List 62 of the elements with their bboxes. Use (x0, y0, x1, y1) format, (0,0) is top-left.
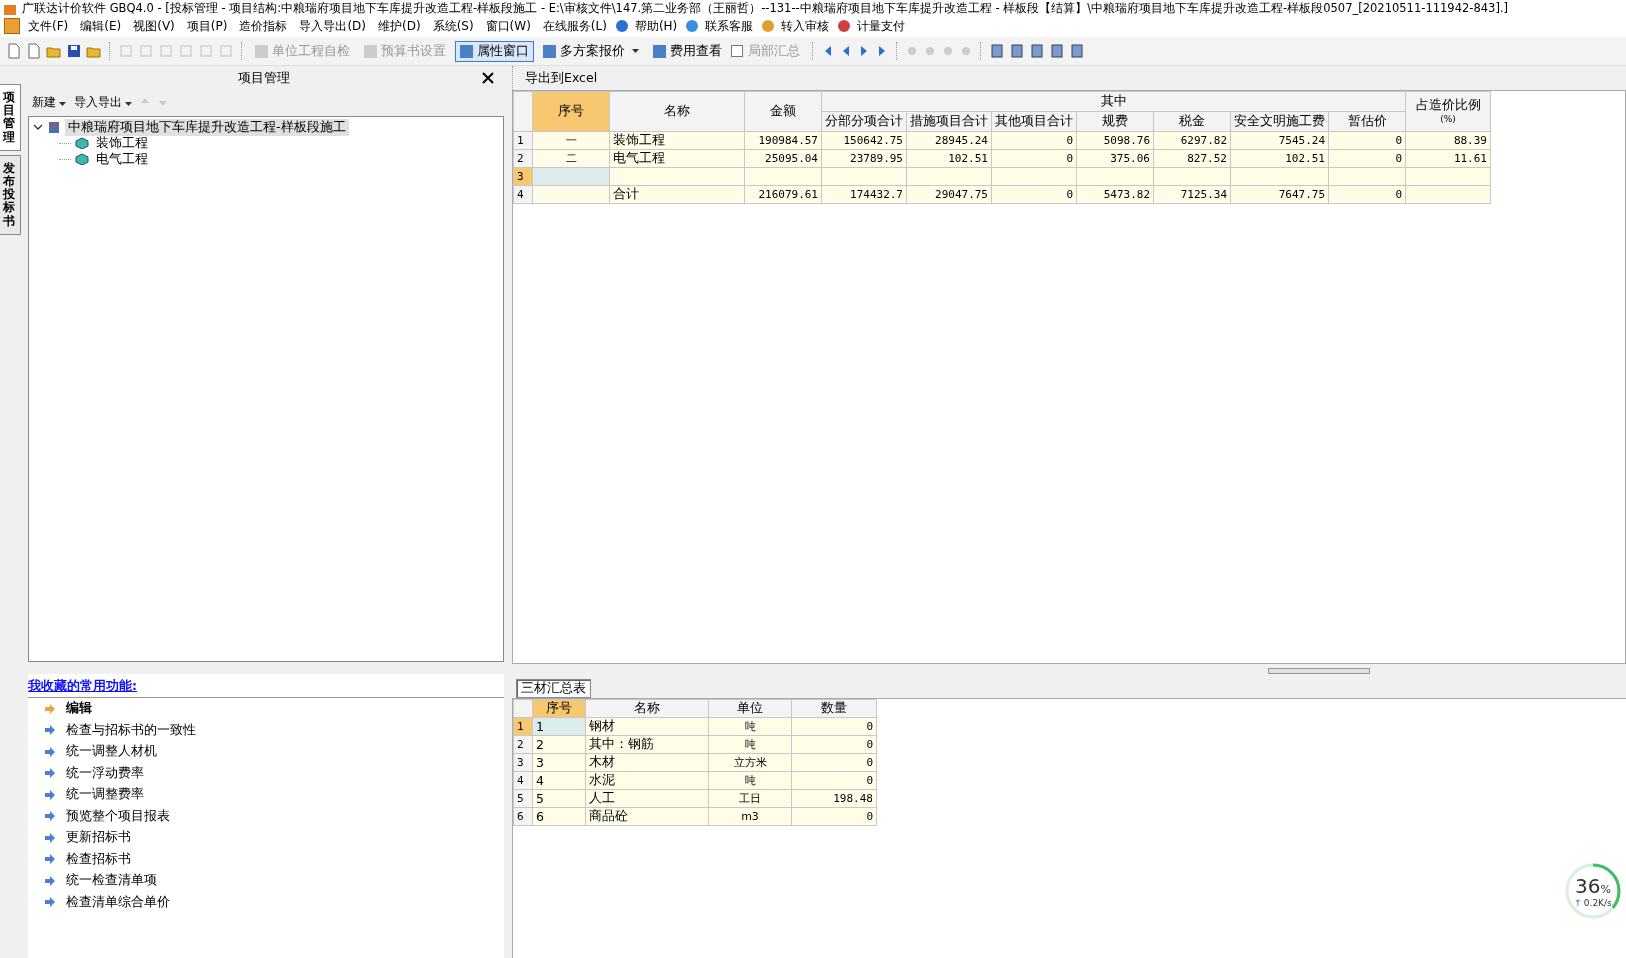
menu-item[interactable]: 系统(S) (428, 17, 478, 35)
function-link[interactable]: 检查招标书 (66, 850, 131, 868)
menu-button[interactable]: 新建 (32, 93, 66, 111)
export-button[interactable]: 导出到Excel (521, 69, 602, 87)
column-header[interactable]: 金额 (744, 91, 822, 132)
menu-item[interactable]: 窗口(W) (481, 17, 535, 35)
menu-item[interactable]: 造价指标 (235, 17, 292, 35)
menu-item[interactable]: 转入审核 (777, 17, 834, 35)
caret-icon (59, 101, 66, 106)
upload-arrow: ↑ (1574, 898, 1582, 908)
column-header[interactable]: 名称 (585, 699, 709, 718)
caret-icon (125, 101, 132, 106)
column-header[interactable]: 名称 (609, 91, 745, 132)
toolbar-button[interactable]: 多方案报价 (538, 40, 644, 62)
app-icon[interactable] (4, 18, 20, 34)
side-tab[interactable]: 发布投标书 (0, 154, 21, 235)
window-title: 广联达计价软件 GBQ4.0 - [投标管理 - 项目结构:中粮瑞府项目地下车库提升改造工程-样板段施工 - E:\审核文件\147.第二业务部（王丽哲）--131--中粮瑞府项目地下车库提升改造工程 - 样板段【结算】\中粮瑞府项目地下车库提升改造工程-样板段0507_[20210511-111942-843].] (22, 1, 1509, 15)
column-header[interactable]: 序号 (532, 91, 610, 132)
chevron-icon[interactable] (33, 122, 43, 132)
function-link[interactable]: 编辑 (66, 700, 92, 718)
tree-item[interactable]: 装饰工程 (93, 134, 151, 152)
menu-item[interactable]: 在线服务(L) (538, 17, 611, 35)
percent-text: 36 (1575, 874, 1601, 898)
menu-item[interactable]: 联系客服 (701, 17, 758, 35)
toolbar-button[interactable]: 属性窗口 (455, 40, 534, 62)
column-header[interactable]: 数量 (791, 699, 877, 718)
percent-unit: % (1600, 883, 1611, 896)
rate-text: 0.2K/s (1583, 898, 1612, 908)
function-link[interactable]: 更新招标书 (66, 829, 131, 847)
function-link[interactable]: 统一调整费率 (66, 786, 144, 804)
menu-item[interactable]: 视图(V) (129, 17, 179, 35)
function-link[interactable]: 检查与招标书的一致性 (66, 721, 196, 739)
column-header[interactable]: 序号 (532, 699, 586, 718)
menu-item[interactable]: 维护(D) (374, 17, 425, 35)
section-title: 我收藏的常用功能: (28, 674, 504, 698)
column-header[interactable]: 占造价比例 (%) (1405, 91, 1491, 132)
menu-item[interactable]: 文件(F) (24, 17, 73, 35)
new-file-icon[interactable] (6, 43, 22, 59)
caret-icon (632, 49, 639, 53)
menu-item[interactable]: 项目(P) (182, 17, 232, 35)
column-header[interactable]: 其中 (821, 91, 1406, 112)
side-tab[interactable]: 项目管理 (0, 84, 21, 151)
menu-item[interactable]: 计量支付 (853, 17, 910, 35)
function-link[interactable]: 统一检查清单项 (66, 872, 157, 890)
toolbar-button[interactable]: 费用查看 (648, 40, 727, 62)
tree-item[interactable]: 中粮瑞府项目地下车库提升改造工程-样板段施工 (65, 118, 349, 136)
menu-button[interactable]: 导入导出 (74, 93, 132, 111)
menu-item[interactable]: 帮助(H) (630, 17, 682, 35)
function-link[interactable]: 统一调整人材机 (66, 743, 157, 761)
tree-item[interactable]: 电气工程 (93, 150, 151, 168)
save-icon[interactable] (66, 43, 82, 59)
close-icon[interactable] (482, 72, 494, 84)
function-link[interactable]: 统一浮动费率 (66, 764, 144, 782)
splitter-handle[interactable] (1268, 668, 1370, 674)
panel-title: 项目管理 (238, 69, 290, 87)
menu-item[interactable]: 编辑(E) (76, 17, 126, 35)
tab[interactable]: 三材汇总表 (516, 679, 591, 698)
function-link[interactable]: 检查清单综合单价 (66, 893, 170, 911)
function-link[interactable]: 预览整个项目报表 (66, 807, 170, 825)
menu-item[interactable]: 导入导出(D) (295, 17, 370, 35)
column-header[interactable]: 单位 (708, 699, 792, 718)
app-icon (4, 5, 16, 15)
